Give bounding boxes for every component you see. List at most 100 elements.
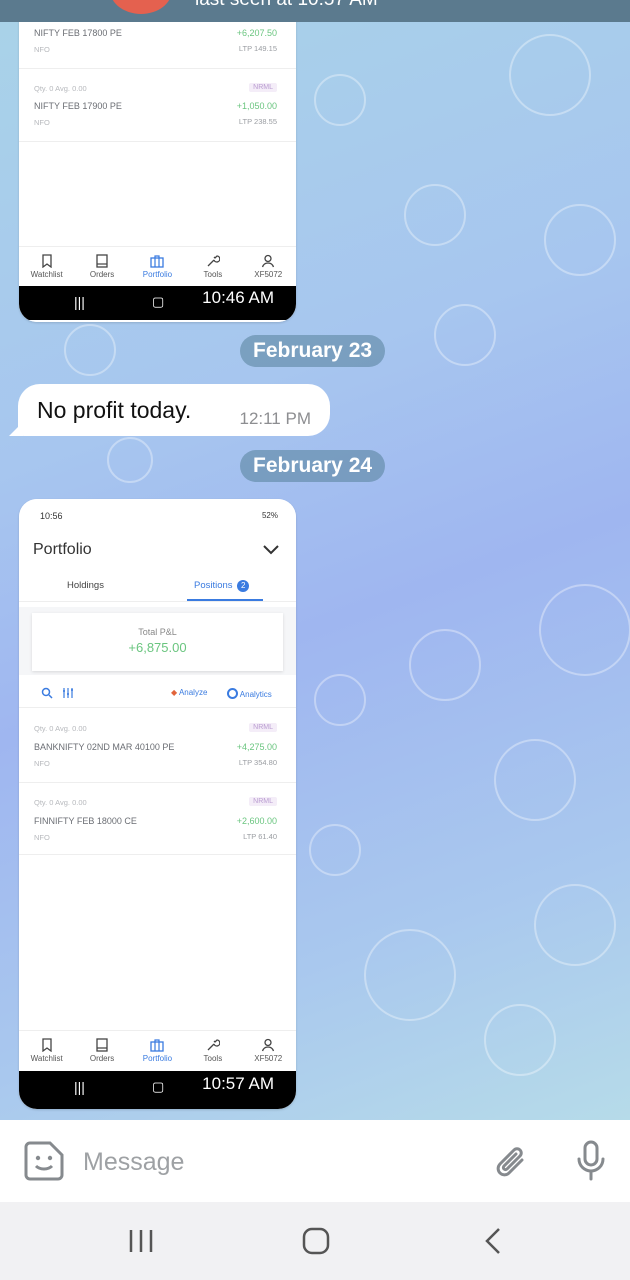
tab-label: XF5072 bbox=[254, 270, 283, 279]
position-pnl: +2,600.00 bbox=[236, 816, 277, 826]
analytics-icon bbox=[227, 688, 238, 699]
tab-label: Orders bbox=[89, 1054, 115, 1063]
position-row: Qty. 0 Avg. 0.00 NRML NIFTY FEB 17900 PE… bbox=[34, 83, 281, 129]
analyze-button[interactable]: ◆ Analyze bbox=[171, 688, 207, 697]
app-tab-bar: Watchlist Orders Portfolio Tools XF5072 bbox=[19, 1030, 296, 1071]
book-icon bbox=[96, 254, 108, 268]
tab-label: Tools bbox=[203, 270, 223, 279]
product-badge: NRML bbox=[249, 723, 277, 732]
tab-watchlist[interactable]: Watchlist bbox=[19, 1031, 74, 1071]
positions-toolbar: ◆ Analyze Analytics bbox=[19, 679, 296, 705]
instrument-name: FINNIFTY FEB 18000 CE bbox=[34, 816, 137, 826]
pnl-section: Total P&L +6,875.00 bbox=[19, 607, 296, 675]
bookmark-icon bbox=[42, 1038, 52, 1052]
divider bbox=[19, 68, 296, 69]
tab-label: Orders bbox=[89, 270, 115, 279]
ltp-value: LTP 238.55 bbox=[238, 117, 277, 126]
qty-avg: Qty. 0 Avg. 0.00 bbox=[34, 798, 87, 807]
tab-portfolio[interactable]: Portfolio bbox=[130, 1031, 185, 1071]
recents-icon[interactable] bbox=[128, 1229, 154, 1253]
home-icon: ▢ bbox=[152, 294, 165, 309]
qty-avg: Qty. 0 Avg. 0.00 bbox=[34, 84, 87, 93]
tab-positions[interactable]: Positions 2 bbox=[194, 580, 250, 592]
system-nav-bar bbox=[0, 1202, 630, 1280]
tab-label: Watchlist bbox=[30, 1054, 63, 1063]
avatar[interactable] bbox=[110, 0, 172, 14]
position-pnl: +1,050.00 bbox=[236, 101, 277, 111]
divider bbox=[19, 601, 296, 602]
date-separator: February 23 bbox=[240, 335, 386, 367]
date-separator: February 24 bbox=[240, 450, 386, 482]
home-icon: ▢ bbox=[152, 1079, 165, 1094]
microphone-icon[interactable] bbox=[576, 1140, 606, 1182]
back-icon[interactable] bbox=[484, 1227, 502, 1255]
attach-icon[interactable] bbox=[494, 1142, 530, 1182]
positions-count-badge: 2 bbox=[237, 580, 250, 592]
bubble-tail bbox=[9, 422, 23, 436]
tab-account[interactable]: XF5072 bbox=[241, 247, 296, 287]
analyze-label: Analyze bbox=[178, 688, 208, 697]
message-time: 10:57 AM bbox=[194, 1072, 282, 1096]
wrench-icon bbox=[207, 1039, 220, 1051]
ltp-value: LTP 149.15 bbox=[238, 44, 277, 53]
pnl-value: +6,875.00 bbox=[128, 640, 187, 655]
pnl-card: Total P&L +6,875.00 bbox=[32, 613, 283, 671]
chevron-down-icon[interactable] bbox=[262, 544, 280, 556]
tab-watchlist[interactable]: Watchlist bbox=[19, 247, 74, 287]
portfolio-screenshot-2: 10:56 52% Portfolio Holdings Positions 2… bbox=[19, 499, 296, 1109]
app-tab-bar: Watchlist Orders Portfolio Tools XF5072 bbox=[19, 246, 296, 287]
search-icon[interactable] bbox=[41, 687, 53, 699]
tab-label: Tools bbox=[203, 1054, 223, 1063]
tab-account[interactable]: XF5072 bbox=[241, 1031, 296, 1071]
message-input[interactable]: Message bbox=[83, 1148, 184, 1177]
analytics-label: Analytics bbox=[239, 690, 272, 699]
message-text: No profit today. bbox=[37, 397, 192, 423]
tab-label: XF5072 bbox=[254, 1054, 283, 1063]
phone-status-time: 10:56 bbox=[40, 511, 63, 521]
user-icon bbox=[262, 254, 275, 268]
sticker-icon[interactable] bbox=[23, 1140, 65, 1182]
product-badge: NRML bbox=[249, 797, 277, 806]
home-icon[interactable] bbox=[302, 1227, 330, 1255]
tab-holdings[interactable]: Holdings bbox=[67, 580, 104, 591]
ltp-value: LTP 354.80 bbox=[238, 758, 277, 767]
tab-label: Positions bbox=[194, 580, 233, 591]
exchange-label: NFO bbox=[34, 118, 50, 127]
image-message-2[interactable]: 10:56 52% Portfolio Holdings Positions 2… bbox=[19, 499, 296, 1109]
divider bbox=[19, 782, 296, 783]
instrument-name: BANKNIFTY 02ND MAR 40100 PE bbox=[34, 742, 175, 752]
tab-orders[interactable]: Orders bbox=[75, 1031, 130, 1071]
exchange-label: NFO bbox=[34, 759, 50, 768]
position-row: NIFTY FEB 17800 PE +6,207.50 NFO LTP 149… bbox=[34, 28, 281, 56]
position-row[interactable]: Qty. 0 Avg. 0.00 NRML BANKNIFTY 02ND MAR… bbox=[34, 723, 281, 770]
briefcase-icon bbox=[150, 255, 165, 268]
recents-icon: ||| bbox=[74, 294, 85, 310]
analytics-button[interactable]: Analytics bbox=[227, 688, 272, 699]
book-icon bbox=[96, 1038, 108, 1052]
divider bbox=[19, 707, 296, 708]
position-pnl: +4,275.00 bbox=[236, 742, 277, 752]
chat-header[interactable]: last seen at 10:57 AM bbox=[0, 0, 630, 22]
tab-portfolio[interactable]: Portfolio bbox=[130, 247, 185, 287]
message-time: 10:46 AM bbox=[194, 286, 282, 310]
bookmark-icon bbox=[42, 254, 52, 268]
divider bbox=[19, 854, 296, 855]
text-message[interactable]: No profit today. 12:11 PM bbox=[9, 384, 330, 436]
message-composer: Message bbox=[0, 1120, 630, 1202]
tab-tools[interactable]: Tools bbox=[185, 247, 240, 287]
position-row[interactable]: Qty. 0 Avg. 0.00 NRML FINNIFTY FEB 18000… bbox=[34, 797, 281, 844]
exchange-label: NFO bbox=[34, 833, 50, 842]
instrument-name: NIFTY FEB 17900 PE bbox=[34, 101, 122, 111]
tab-label: Watchlist bbox=[30, 270, 63, 279]
image-message-1[interactable]: NIFTY FEB 17800 PE +6,207.50 NFO LTP 149… bbox=[19, 4, 296, 322]
tab-tools[interactable]: Tools bbox=[185, 1031, 240, 1071]
pnl-label: Total P&L bbox=[138, 627, 177, 637]
tab-orders[interactable]: Orders bbox=[75, 247, 130, 287]
instrument-name: NIFTY FEB 17800 PE bbox=[34, 28, 122, 38]
filter-icon[interactable] bbox=[62, 687, 74, 699]
battery-level: 52% bbox=[261, 511, 278, 520]
ltp-value: LTP 61.40 bbox=[243, 832, 277, 841]
recents-icon: ||| bbox=[74, 1079, 85, 1095]
portfolio-screenshot-1: NIFTY FEB 17800 PE +6,207.50 NFO LTP 149… bbox=[19, 4, 296, 322]
user-icon bbox=[262, 1038, 275, 1052]
